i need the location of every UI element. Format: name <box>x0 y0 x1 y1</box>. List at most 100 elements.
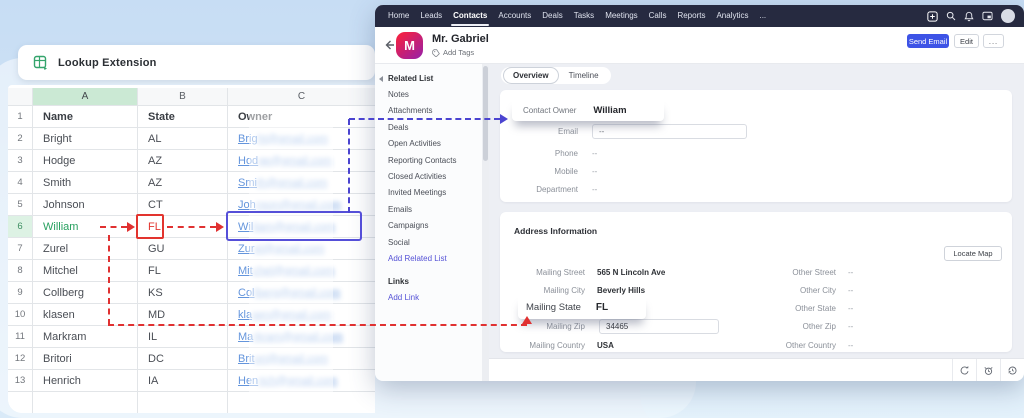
row-number-cell[interactable]: 12 <box>8 348 33 370</box>
address-field-label: Mailing Street <box>536 268 585 277</box>
name-cell[interactable]: Markram <box>33 326 138 348</box>
back-arrow-icon[interactable] <box>383 39 395 51</box>
column-header-c[interactable]: C <box>228 88 375 106</box>
nav-item-reports[interactable]: Reports <box>677 5 705 27</box>
name-cell[interactable]: Smith <box>33 172 138 194</box>
alarm-icon[interactable] <box>976 359 1000 381</box>
row-number-cell[interactable]: 13 <box>8 370 33 392</box>
name-cell[interactable]: Name <box>33 106 138 128</box>
sidebar-scrollbar-thumb[interactable] <box>483 66 488 161</box>
name-cell[interactable]: Hodge <box>33 150 138 172</box>
row-number-cell[interactable]: 3 <box>8 150 33 172</box>
row-number-cell[interactable]: 9 <box>8 282 33 304</box>
state-cell[interactable]: IA <box>138 370 228 392</box>
state-cell[interactable]: AZ <box>138 172 228 194</box>
tag-icon <box>432 48 440 57</box>
name-cell[interactable]: Johnson <box>33 194 138 216</box>
state-cell[interactable]: FL <box>138 260 228 282</box>
add-related-list-link[interactable]: Add Related List <box>388 251 482 267</box>
row-number-cell[interactable]: 11 <box>8 326 33 348</box>
name-cell[interactable]: Henrich <box>33 370 138 392</box>
state-cell[interactable]: AL <box>138 128 228 150</box>
name-cell[interactable]: Collberg <box>33 282 138 304</box>
row-number-cell[interactable]: 8 <box>8 260 33 282</box>
name-cell[interactable]: Bright <box>33 128 138 150</box>
state-cell[interactable]: MD <box>138 304 228 326</box>
nav-item-more[interactable]: ... <box>759 5 766 27</box>
column-header-b[interactable]: B <box>138 88 228 106</box>
state-cell[interactable]: GU <box>138 238 228 260</box>
row-number-cell[interactable]: 2 <box>8 128 33 150</box>
address-field-row: Other Zip -- <box>750 319 854 334</box>
address-field-row: Other Street -- <box>750 265 853 280</box>
name-cell[interactable]: Mitchel <box>33 260 138 282</box>
address-field-row: Mailing Country USA <box>500 338 613 353</box>
state-cell[interactable]: State <box>138 106 228 128</box>
nav-item-accounts[interactable]: Accounts <box>498 5 531 27</box>
row-number-cell[interactable]: 1 <box>8 106 33 128</box>
nav-item-tasks[interactable]: Tasks <box>574 5 594 27</box>
mailing-zip-input[interactable]: 34465 <box>599 319 719 334</box>
sidebar-item-emails[interactable]: Emails <box>388 202 482 218</box>
sidebar-item-notes[interactable]: Notes <box>388 87 482 103</box>
state-cell[interactable]: AZ <box>138 150 228 172</box>
detail-field-value: -- <box>592 167 598 176</box>
locate-map-button[interactable]: Locate Map <box>944 246 1002 261</box>
nav-item-leads[interactable]: Leads <box>420 5 442 27</box>
blue-arrowhead <box>500 114 508 124</box>
nav-item-deals[interactable]: Deals <box>542 5 562 27</box>
row-number-cell[interactable]: 5 <box>8 194 33 216</box>
red-arrow-name-to-state <box>100 226 127 228</box>
sidebar-item-invited-meetings[interactable]: Invited Meetings <box>388 185 482 201</box>
more-actions-button[interactable]: ... <box>983 34 1004 48</box>
address-field-row: Mailing Zip 34465 <box>500 319 719 334</box>
name-cell[interactable]: Zurel <box>33 238 138 260</box>
edit-button[interactable]: Edit <box>954 34 979 48</box>
notification-bell-icon[interactable] <box>964 11 974 22</box>
tab-timeline[interactable]: Timeline <box>559 68 609 83</box>
state-cell[interactable]: DC <box>138 348 228 370</box>
sidebar-item-closed-activities[interactable]: Closed Activities <box>388 169 482 185</box>
email-input[interactable]: -- <box>592 124 747 139</box>
column-header-a[interactable]: A <box>33 88 138 106</box>
sidebar-item-campaigns[interactable]: Campaigns <box>388 218 482 234</box>
history-icon[interactable] <box>1000 359 1024 381</box>
crm-nav-items: Home Leads Contacts Accounts Deals Tasks Meeti… <box>388 5 777 27</box>
detail-field-label: Department <box>536 185 578 194</box>
search-icon[interactable] <box>946 11 956 21</box>
row-number-cell[interactable]: 6 <box>8 216 33 238</box>
state-cell[interactable]: CT <box>138 194 228 216</box>
add-link-link[interactable]: Add Link <box>388 290 482 306</box>
send-email-button[interactable]: Send Email <box>907 34 949 48</box>
add-tags-button[interactable]: Add Tags <box>432 48 474 57</box>
state-cell[interactable]: KS <box>138 282 228 304</box>
recent-panel-icon[interactable] <box>982 11 993 21</box>
red-arrowhead-state <box>127 222 135 232</box>
detail-field-row: Phone -- <box>500 146 597 161</box>
row-number-cell[interactable]: 7 <box>8 238 33 260</box>
user-avatar[interactable] <box>1001 9 1015 23</box>
refresh-icon[interactable] <box>952 359 976 381</box>
state-cell[interactable]: IL <box>138 326 228 348</box>
nav-item-home[interactable]: Home <box>388 5 409 27</box>
nav-item-contacts[interactable]: Contacts <box>451 5 490 27</box>
row-number-cell[interactable]: 10 <box>8 304 33 326</box>
name-cell[interactable]: klasen <box>33 304 138 326</box>
address-field-label: Other Country <box>785 341 836 350</box>
links-title: Links <box>388 277 409 287</box>
detail-field-label: Email <box>557 127 578 136</box>
row-number-cell[interactable]: 4 <box>8 172 33 194</box>
detail-field-row: Email -- <box>500 124 747 139</box>
create-plus-icon[interactable] <box>927 10 938 22</box>
sidebar-collapse-icon[interactable] <box>379 76 383 82</box>
nav-item-meetings[interactable]: Meetings <box>605 5 637 27</box>
sidebar-item-open-activities[interactable]: Open Activities <box>388 136 482 152</box>
sidebar-item-social[interactable]: Social <box>388 235 482 251</box>
nav-item-analytics[interactable]: Analytics <box>716 5 748 27</box>
tab-overview[interactable]: Overview <box>503 67 559 84</box>
nav-item-calls[interactable]: Calls <box>649 5 667 27</box>
sidebar-item-reporting-contacts[interactable]: Reporting Contacts <box>388 153 482 169</box>
sidebar-item-deals[interactable]: Deals <box>388 120 482 136</box>
name-cell[interactable]: Britori <box>33 348 138 370</box>
